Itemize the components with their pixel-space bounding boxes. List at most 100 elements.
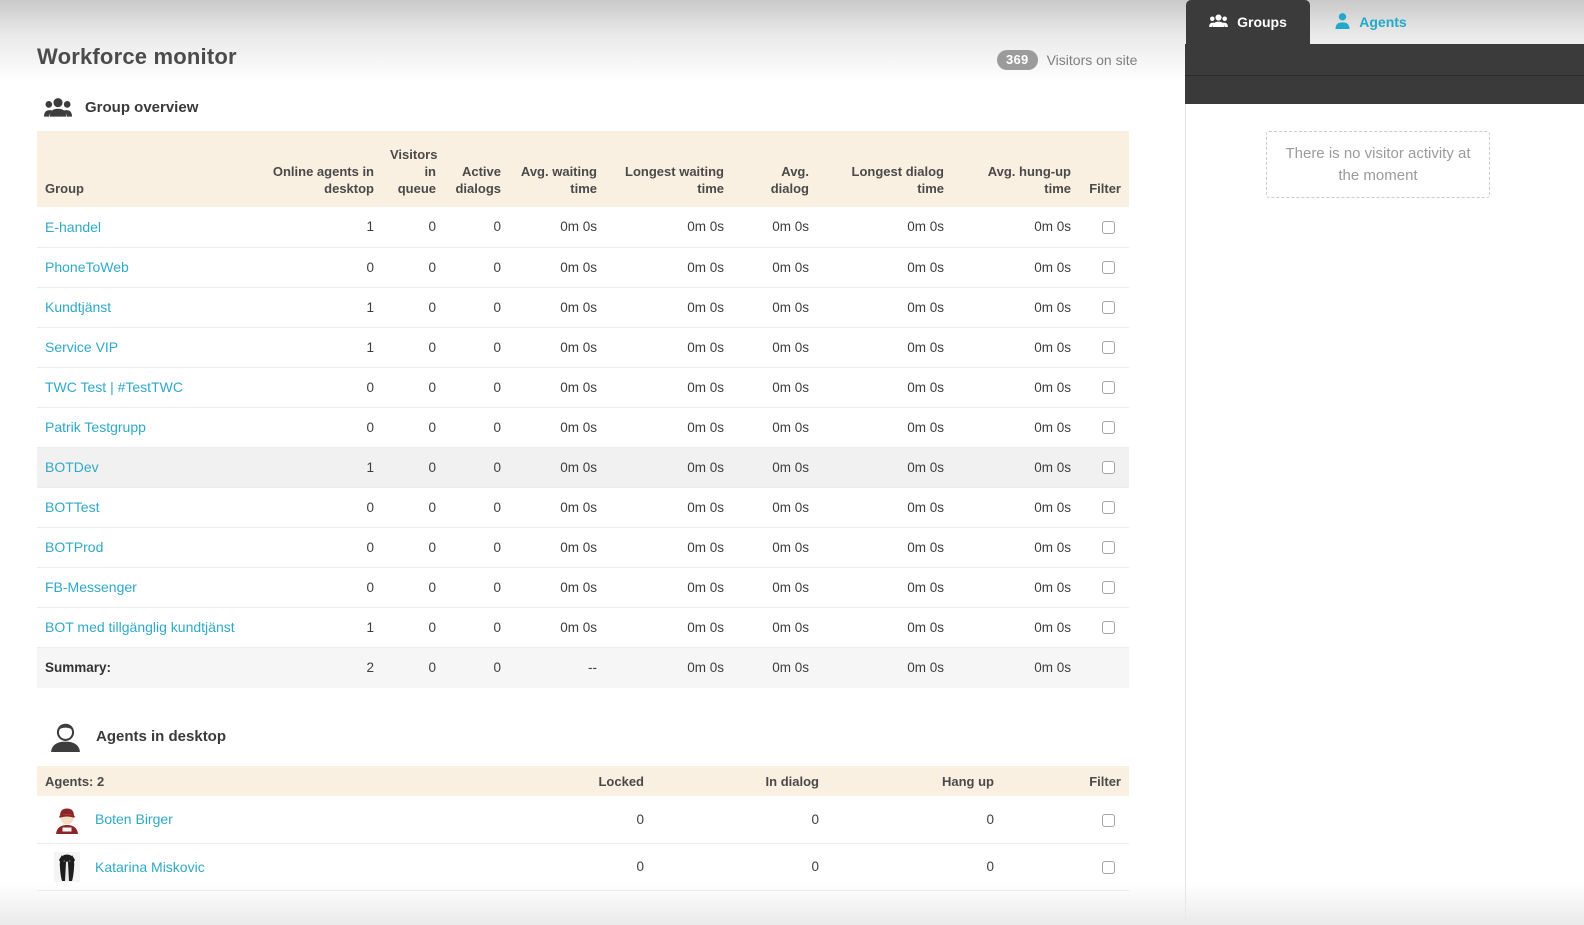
filter-checkbox[interactable] xyxy=(1102,221,1115,235)
agents-in-desktop-title: Agents in desktop xyxy=(96,728,227,745)
filter-checkbox[interactable] xyxy=(1102,541,1115,555)
group-link[interactable]: FB-Messenger xyxy=(45,579,137,595)
group-link[interactable]: Kundtjänst xyxy=(45,299,111,315)
sidebar-content: There is no visitor activity at the mome… xyxy=(1185,104,1584,925)
filter-checkbox[interactable] xyxy=(1102,461,1115,475)
hang-up-cell: 0 xyxy=(827,843,1002,891)
group-link[interactable]: E-handel xyxy=(45,219,101,235)
group-link[interactable]: PhoneToWeb xyxy=(45,259,129,275)
online-agents-cell: 1 xyxy=(252,287,382,328)
active-dialogs-cell: 0 xyxy=(444,607,509,648)
filter-checkbox[interactable] xyxy=(1102,581,1115,595)
avg-hung-up-cell: 0m 0s xyxy=(952,607,1079,648)
group-row: FB-Messenger 0 0 0 0m 0s 0m 0s 0m 0s 0m … xyxy=(37,567,1129,608)
filter-checkbox[interactable] xyxy=(1102,501,1115,515)
filter-checkbox[interactable] xyxy=(1102,813,1115,827)
online-agents-cell: 0 xyxy=(252,527,382,568)
agent-row: Katarina Miskovic 0 0 0 xyxy=(37,843,1129,891)
col-header-avg-waiting-time: Avg. waiting time xyxy=(509,131,605,207)
active-dialogs-cell: 0 xyxy=(444,327,509,368)
longest-dialog-cell: 0m 0s xyxy=(817,447,952,488)
longest-dialog-cell: 0m 0s xyxy=(817,527,952,568)
summary-visitors-in-queue: 0 xyxy=(382,647,444,688)
agent-link[interactable]: Katarina Miskovic xyxy=(95,859,205,875)
active-dialogs-cell: 0 xyxy=(444,447,509,488)
group-link[interactable]: BOTDev xyxy=(45,459,99,475)
group-row: BOTProd 0 0 0 0m 0s 0m 0s 0m 0s 0m 0s 0m… xyxy=(37,527,1129,568)
visitors-in-queue-cell: 0 xyxy=(382,607,444,648)
filter-checkbox[interactable] xyxy=(1102,421,1115,435)
agent-link[interactable]: Boten Birger xyxy=(95,811,173,827)
avg-hung-up-cell: 0m 0s xyxy=(952,407,1079,448)
no-activity-message: There is no visitor activity at the mome… xyxy=(1266,131,1490,198)
visitors-in-queue-cell: 0 xyxy=(382,527,444,568)
filter-checkbox[interactable] xyxy=(1102,621,1115,635)
visitor-activity-sidebar: Groups Agents There is no visitor activi… xyxy=(1185,0,1584,925)
tab-agents[interactable]: Agents xyxy=(1310,0,1432,44)
tab-agents-label: Agents xyxy=(1359,14,1407,30)
avg-dialog-cell: 0m 0s xyxy=(732,567,817,608)
online-agents-cell: 0 xyxy=(252,367,382,408)
avg-waiting-cell: 0m 0s xyxy=(509,367,605,408)
filter-checkbox[interactable] xyxy=(1102,301,1115,315)
longest-dialog-cell: 0m 0s xyxy=(817,567,952,608)
avg-hung-up-cell: 0m 0s xyxy=(952,287,1079,328)
filter-checkbox[interactable] xyxy=(1102,341,1115,355)
group-overview-table: Group Online agents in desktop Visitors … xyxy=(37,131,1129,688)
group-link[interactable]: Patrik Testgrupp xyxy=(45,419,146,435)
visitors-on-site: 369 Visitors on site xyxy=(997,50,1137,70)
agent-icon xyxy=(1335,12,1350,32)
agents-count-header: Agents: 2 xyxy=(37,766,477,796)
online-agents-cell: 0 xyxy=(252,567,382,608)
in-dialog-cell: 0 xyxy=(652,843,827,891)
avg-waiting-cell: 0m 0s xyxy=(509,607,605,648)
avg-dialog-cell: 0m 0s xyxy=(732,527,817,568)
group-link[interactable]: BOT med tillgänglig kundtjänst xyxy=(45,619,235,635)
longest-dialog-cell: 0m 0s xyxy=(817,247,952,288)
visitors-in-queue-cell: 0 xyxy=(382,487,444,528)
group-row: BOT med tillgänglig kundtjänst 1 0 0 0m … xyxy=(37,607,1129,648)
users-icon xyxy=(1209,14,1229,30)
online-agents-cell: 0 xyxy=(252,247,382,288)
visitors-in-queue-cell: 0 xyxy=(382,567,444,608)
tab-groups[interactable]: Groups xyxy=(1186,0,1310,44)
visitors-count-badge: 369 xyxy=(997,50,1038,70)
longest-dialog-cell: 0m 0s xyxy=(817,207,952,248)
group-overview-heading: Group overview xyxy=(44,97,198,117)
group-link[interactable]: BOTProd xyxy=(45,539,103,555)
online-agents-cell: 1 xyxy=(252,327,382,368)
longest-waiting-cell: 0m 0s xyxy=(605,447,732,488)
group-row: Patrik Testgrupp 0 0 0 0m 0s 0m 0s 0m 0s… xyxy=(37,407,1129,448)
filter-checkbox[interactable] xyxy=(1102,381,1115,395)
longest-waiting-cell: 0m 0s xyxy=(605,207,732,248)
filter-cell xyxy=(1079,287,1129,328)
col-header-longest-waiting-time: Longest waiting time xyxy=(605,131,732,207)
filter-cell xyxy=(1002,796,1129,844)
group-row: TWC Test | #TestTWC 0 0 0 0m 0s 0m 0s 0m… xyxy=(37,367,1129,408)
longest-dialog-cell: 0m 0s xyxy=(817,287,952,328)
group-link[interactable]: Service VIP xyxy=(45,339,118,355)
avg-dialog-cell: 0m 0s xyxy=(732,407,817,448)
col-header-agent-filter: Filter xyxy=(1002,766,1129,796)
filter-checkbox[interactable] xyxy=(1102,261,1115,275)
agent-avatar xyxy=(54,804,80,835)
longest-dialog-cell: 0m 0s xyxy=(817,367,952,408)
avg-hung-up-cell: 0m 0s xyxy=(952,327,1079,368)
active-dialogs-cell: 0 xyxy=(444,207,509,248)
tab-groups-label: Groups xyxy=(1237,14,1287,30)
avg-waiting-cell: 0m 0s xyxy=(509,247,605,288)
avg-dialog-cell: 0m 0s xyxy=(732,207,817,248)
filter-cell xyxy=(1079,607,1129,648)
group-link[interactable]: BOTTest xyxy=(45,499,99,515)
avg-hung-up-cell: 0m 0s xyxy=(952,567,1079,608)
agents-table-header-row: Agents: 2 Locked In dialog Hang up Filte… xyxy=(37,766,1129,796)
group-overview-title: Group overview xyxy=(85,98,199,116)
online-agents-cell: 0 xyxy=(252,407,382,448)
avg-hung-up-cell: 0m 0s xyxy=(952,207,1079,248)
longest-waiting-cell: 0m 0s xyxy=(605,287,732,328)
group-link[interactable]: TWC Test | #TestTWC xyxy=(45,379,183,395)
filter-checkbox[interactable] xyxy=(1102,860,1115,874)
filter-cell xyxy=(1079,447,1129,488)
active-dialogs-cell: 0 xyxy=(444,407,509,448)
avg-dialog-cell: 0m 0s xyxy=(732,327,817,368)
